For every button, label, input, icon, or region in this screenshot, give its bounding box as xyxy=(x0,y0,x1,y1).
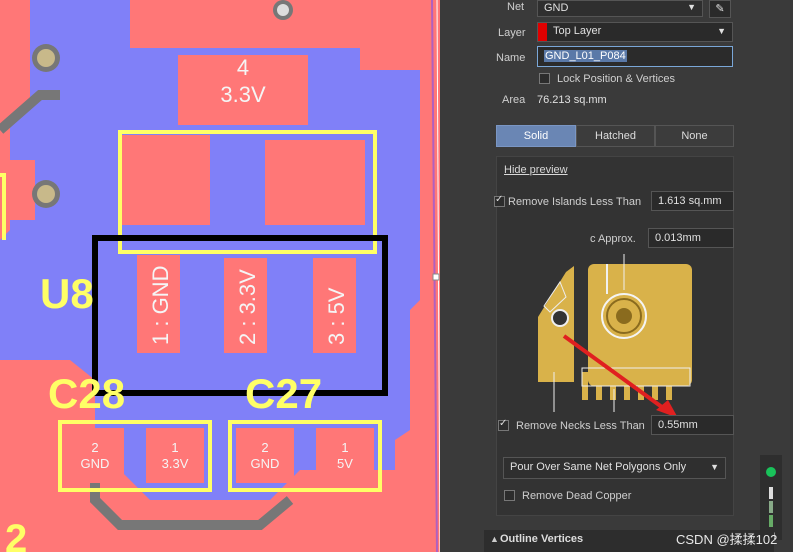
pad-4-number: 4 xyxy=(237,55,249,80)
designator-c28: C28 xyxy=(48,370,125,417)
arc-approx-input[interactable]: 0.013mm xyxy=(648,228,734,248)
preview-illustration xyxy=(538,254,692,417)
status-dot-icon xyxy=(766,467,776,477)
via-hole xyxy=(37,49,55,67)
lock-checkbox[interactable] xyxy=(539,73,550,84)
area-label: Area xyxy=(502,94,526,106)
copper-region xyxy=(265,140,365,225)
chevron-down-icon: ▼ xyxy=(687,2,696,12)
pcb-canvas[interactable]: U8 C28 C27 4 3.3V 1 : GND 2 : 3.3V 3 : 5… xyxy=(0,0,440,552)
c27-pad-2-number: 2 xyxy=(261,440,268,455)
via-hole xyxy=(37,185,55,203)
name-label: Name xyxy=(496,52,526,64)
remove-necks-value: 0.55mm xyxy=(658,419,698,431)
arc-approx-label: c Approx. xyxy=(590,233,636,245)
remove-islands-value: 1.613 sq.mm xyxy=(658,195,722,207)
remove-necks-input[interactable]: 0.55mm xyxy=(651,415,734,435)
status-strip: 1:1 xyxy=(760,455,782,541)
selection-handle xyxy=(432,273,440,281)
u8-pad-2-label: 2 : 3.3V xyxy=(235,269,260,345)
remove-necks-label: Remove Necks Less Than xyxy=(516,420,645,432)
remove-islands-input[interactable]: 1.613 sq.mm xyxy=(651,191,734,211)
hide-preview-link[interactable]: Hide preview xyxy=(504,164,568,176)
net-value: GND xyxy=(544,2,569,14)
designator-u8: U8 xyxy=(40,270,94,317)
remove-dead-copper-checkbox[interactable] xyxy=(504,490,515,501)
u8-pad-3-label: 3 : 5V xyxy=(324,287,349,345)
pad-4-net: 3.3V xyxy=(220,82,266,107)
c28-pad-1-number: 1 xyxy=(171,440,178,455)
eyedropper-button[interactable]: ✎ xyxy=(709,0,731,18)
fill-mode-none[interactable]: None xyxy=(655,125,734,147)
remove-islands-label: Remove Islands Less Than xyxy=(508,196,642,208)
chevron-down-icon: ▼ xyxy=(710,462,719,472)
pour-over-select[interactable]: Pour Over Same Net Polygons Only ▼ xyxy=(503,457,726,479)
partial-designator: 2 xyxy=(5,517,27,552)
layer-color-swatch xyxy=(538,23,547,41)
chevron-down-icon: ▼ xyxy=(717,26,726,36)
level-indicator xyxy=(769,487,773,499)
via-hole xyxy=(277,4,289,16)
name-input[interactable]: GND_L01_P084 xyxy=(537,46,733,67)
lock-label: Lock Position & Vertices xyxy=(557,73,676,85)
expand-triangle-icon: ▲ xyxy=(490,534,499,544)
area-value: 76.213 sq.mm xyxy=(537,94,607,106)
c28-pad-2-net: GND xyxy=(81,456,110,471)
c28-pad-2-number: 2 xyxy=(91,440,98,455)
c27-pad-1-net: 5V xyxy=(337,456,353,471)
layer-value: Top Layer xyxy=(553,25,602,37)
preview-via-hole xyxy=(616,308,632,324)
layer-label: Layer xyxy=(498,27,526,39)
fill-mode-hatched[interactable]: Hatched xyxy=(576,125,655,147)
pcb-drawing[interactable]: U8 C28 C27 4 3.3V 1 : GND 2 : 3.3V 3 : 5… xyxy=(0,0,440,552)
copper-top-band xyxy=(130,0,360,48)
arc-approx-value: 0.013mm xyxy=(655,232,701,244)
pour-over-value: Pour Over Same Net Polygons Only xyxy=(510,461,687,473)
fill-mode-solid[interactable]: Solid xyxy=(496,125,576,147)
u8-pad-1-label: 1 : GND xyxy=(148,266,173,345)
copper-region xyxy=(120,135,210,225)
designator-c27: C27 xyxy=(245,370,322,417)
remove-dead-copper-label: Remove Dead Copper xyxy=(522,490,632,502)
watermark: CSDN @揉揉102 xyxy=(676,532,778,547)
c27-pad-2-net: GND xyxy=(251,456,280,471)
c27-pad-1-number: 1 xyxy=(341,440,348,455)
remove-islands-checkbox[interactable] xyxy=(494,194,505,207)
net-select[interactable]: GND ▼ xyxy=(537,0,703,17)
layer-select[interactable]: Top Layer ▼ xyxy=(537,22,733,42)
outline-vertices-label: Outline Vertices xyxy=(500,533,584,545)
name-value: GND_L01_P084 xyxy=(544,50,627,62)
properties-panel: Net GND ▼ ✎ Layer Top Layer ▼ Name GND_L… xyxy=(440,0,793,552)
c28-pad-1-net: 3.3V xyxy=(162,456,189,471)
remove-necks-checkbox[interactable] xyxy=(498,418,509,431)
net-label: Net xyxy=(507,1,525,13)
eyedropper-icon: ✎ xyxy=(715,3,725,15)
